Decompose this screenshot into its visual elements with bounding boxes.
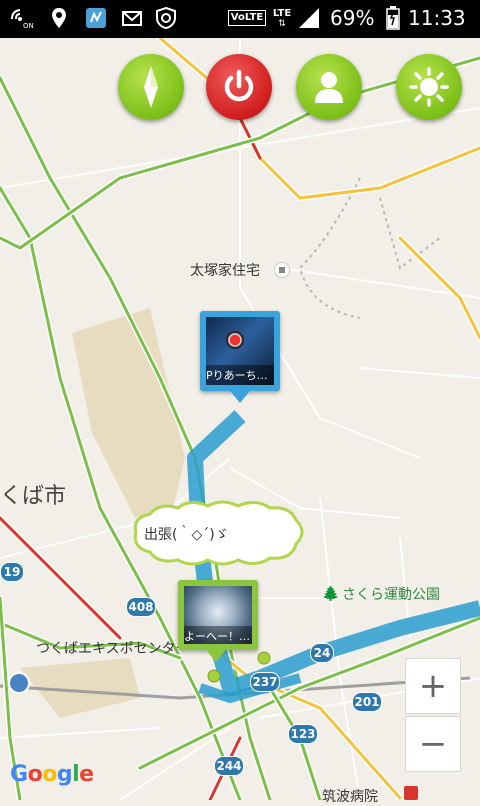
- route-shield: 408: [126, 597, 156, 617]
- clock: 11:33: [408, 6, 466, 30]
- place-label: 太塚家住宅: [190, 263, 260, 279]
- battery-percent: 69%: [330, 6, 375, 30]
- route-shield: 201: [352, 692, 382, 712]
- battery-icon: [384, 6, 402, 30]
- google-logo: Google: [10, 762, 94, 787]
- route-shield: 237: [250, 672, 280, 692]
- profile-button[interactable]: [296, 54, 362, 120]
- bus-stop-icon[interactable]: [8, 672, 30, 694]
- zoom-in-button[interactable]: +: [405, 658, 461, 714]
- route-shield: 123: [288, 724, 318, 744]
- marker-pointer: [206, 650, 226, 662]
- place-label: 筑波病院: [322, 789, 378, 805]
- poi-icon[interactable]: [274, 262, 290, 278]
- map-view[interactable]: 太塚家住宅 くば市 🌲 さくら運動公園 つくばエキスポセンター 筑波病院 19 …: [0, 38, 480, 805]
- hospital-icon: [404, 786, 418, 800]
- bubble-text: 出張(｀◇´)ゞ: [144, 527, 229, 543]
- speech-bubble[interactable]: 出張(｀◇´)ゞ: [130, 500, 306, 566]
- photo-marker[interactable]: Pりあーち…: [200, 311, 280, 403]
- poi-dot: [207, 669, 221, 683]
- power-icon: [224, 69, 254, 102]
- svg-text:ON: ON: [23, 22, 34, 29]
- signal-icon: [296, 6, 322, 30]
- place-label: つくばエキスポセンター: [36, 641, 190, 657]
- photo-marker[interactable]: よーへー！…: [178, 580, 258, 662]
- app-icon: [84, 6, 108, 30]
- volte-badge: VoLTE: [227, 6, 267, 30]
- shield-icon: [154, 6, 178, 30]
- location-icon: [48, 6, 70, 30]
- mail-icon: [120, 6, 144, 30]
- route-shield: 19: [0, 562, 24, 582]
- route-shield: 244: [214, 756, 244, 776]
- park-label: さくら運動公園: [342, 587, 440, 603]
- brightness-button[interactable]: [396, 54, 462, 120]
- marker-label: よーへー！…: [184, 630, 250, 643]
- zoom-out-button[interactable]: −: [405, 716, 461, 772]
- marker-pointer: [230, 391, 250, 403]
- sun-icon: [409, 67, 449, 107]
- route-shield: 24: [310, 643, 334, 663]
- city-label: くば市: [0, 484, 67, 509]
- tree-icon: 🌲: [322, 586, 340, 602]
- wifi-calling-icon: ON: [8, 6, 36, 30]
- marker-label: Pりあーち…: [206, 369, 268, 382]
- compass-button[interactable]: [118, 54, 184, 120]
- compass-icon: [144, 66, 158, 108]
- lte-indicator: LTE ⇅: [272, 7, 292, 29]
- poi-dot: [257, 651, 271, 665]
- person-icon: [315, 72, 343, 103]
- status-bar: ON VoLTE LTE ⇅ 69% 11:33: [0, 0, 480, 38]
- power-button[interactable]: [206, 54, 272, 120]
